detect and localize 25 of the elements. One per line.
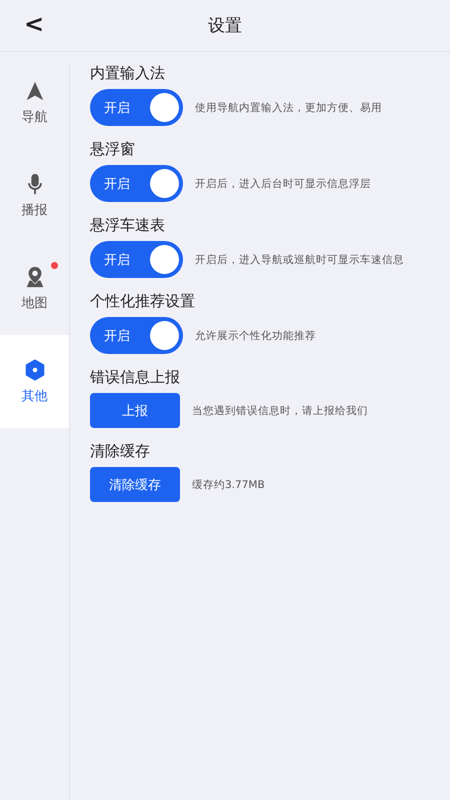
toggle-switch[interactable]: 开启 [90, 89, 183, 126]
setting-title: 悬浮窗 [90, 140, 136, 159]
setting-title: 错误信息上报 [90, 368, 181, 387]
toggle-switch[interactable]: 开启 [90, 241, 183, 278]
settings-icon [24, 358, 46, 380]
setting-title: 清除缓存 [90, 442, 151, 461]
setting-description: 允许展示个性化功能推荐 [195, 328, 316, 342]
setting-description: 缓存约3.77MB [192, 478, 265, 492]
setting-title: 悬浮车速表 [90, 216, 166, 235]
sidebar-tab[interactable]: 其他 [0, 335, 69, 428]
back-button[interactable]: < [20, 10, 48, 38]
setting-description: 开启后，进入后台时可显示信息浮层 [195, 176, 371, 190]
setting-description: 开启后，进入导航或巡航时可显示车速信息 [195, 252, 404, 266]
setting-description: 使用导航内置输入法，更加方便、易用 [195, 100, 382, 114]
sidebar-tab[interactable]: 播报 [0, 149, 69, 242]
page-title: 设置 [208, 15, 242, 37]
sidebar-tab[interactable]: 地图 [0, 242, 69, 335]
setting-description: 当您遇到错误信息时，请上报给我们 [192, 404, 368, 418]
setting-title: 个性化推荐设置 [90, 292, 196, 311]
setting-title: 内置输入法 [90, 64, 166, 83]
action-button[interactable]: 上报 [90, 393, 180, 428]
sidebar-tab[interactable]: 导航 [0, 56, 69, 149]
toggle-switch[interactable]: 开启 [90, 165, 183, 202]
toggle-switch[interactable]: 开启 [90, 317, 183, 354]
action-button[interactable]: 清除缓存 [90, 467, 180, 502]
